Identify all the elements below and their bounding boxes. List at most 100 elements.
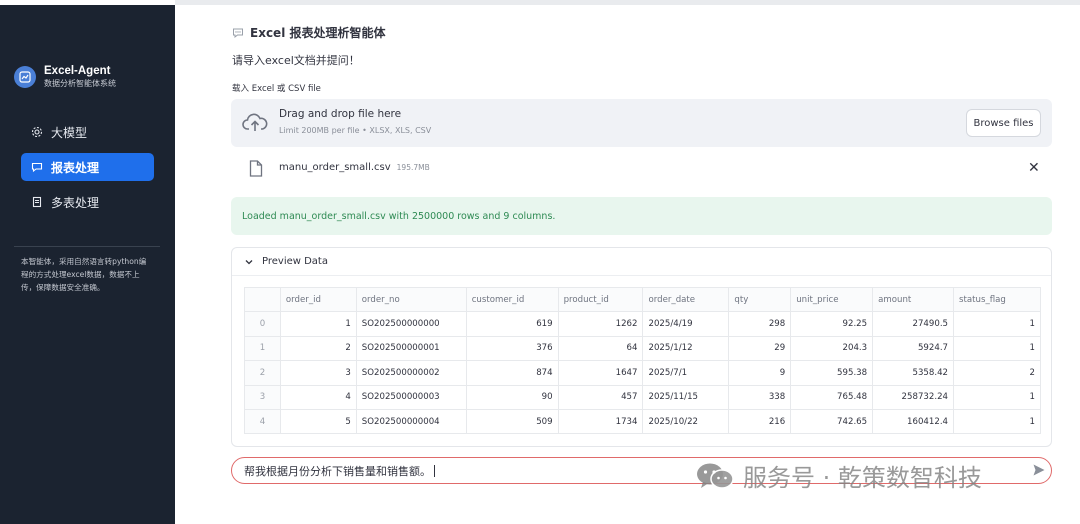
column-header[interactable]: qty: [728, 286, 792, 313]
preview-label: Preview Data: [262, 256, 328, 267]
table-cell: 27490.5: [872, 311, 955, 337]
table-cell: SO202500000001: [355, 335, 467, 362]
table-cell: 1734: [557, 408, 644, 435]
chat-input-value: 帮我根据月份分析下销售量和销售额。: [244, 465, 431, 478]
table-cell: 457: [557, 384, 644, 410]
instruction-text: 请导入excel文档并提问！: [232, 54, 360, 67]
cloud-upload-icon: [242, 113, 268, 131]
column-header[interactable]: amount: [872, 286, 955, 313]
table-cell: SO202500000002: [355, 360, 467, 386]
table-cell: SO202500000004: [355, 408, 467, 435]
preview-table: order_id order_no customer_id product_id…: [244, 286, 1041, 435]
table-row: 1 2 SO202500000001 376 64 2025/1/12 29 2…: [244, 335, 1041, 362]
table-row: 4 5 SO202500000004 509 1734 2025/10/22 2…: [244, 408, 1041, 435]
table-cell: 2: [279, 335, 357, 362]
table-cell: 2: [953, 360, 1041, 386]
table-cell: SO202500000000: [355, 311, 467, 337]
column-header[interactable]: status_flag: [953, 286, 1041, 313]
column-header[interactable]: order_no: [355, 286, 467, 313]
table-cell: 338: [728, 384, 792, 410]
table-header-row: order_id order_no customer_id product_id…: [244, 286, 1041, 313]
table-cell: 742.65: [790, 408, 874, 435]
gear-icon: [31, 126, 43, 138]
sidebar-nav: 大模型 报表处理 多表处理: [21, 118, 154, 223]
table-cell: 2025/11/15: [642, 384, 730, 410]
sidebar-item-label: 报表处理: [51, 160, 100, 175]
watermark-text: 服务号 · 乾策数智科技: [743, 464, 982, 492]
table-cell: 1262: [557, 311, 644, 337]
file-icon: [249, 160, 263, 177]
table-cell: 298: [728, 311, 792, 337]
page-title: Excel 报表处理析智能体: [232, 24, 385, 41]
table-cell: 376: [465, 335, 559, 362]
table-cell: 2025/7/1: [642, 360, 730, 386]
row-index: 3: [244, 384, 281, 410]
table-cell: 29: [728, 335, 792, 362]
table-cell: 765.48: [790, 384, 874, 410]
table-cell: 3: [279, 360, 357, 386]
table-cell: 1: [953, 384, 1041, 410]
column-header-index: [244, 286, 281, 313]
row-index: 4: [244, 408, 281, 435]
file-size: 195.7MB: [396, 163, 430, 172]
dropzone-text: Drag and drop file here: [279, 108, 402, 120]
table-cell: 1: [953, 311, 1041, 337]
table-cell: 5358.42: [872, 360, 955, 386]
page-title-text: Excel 报表处理析智能体: [250, 26, 386, 40]
chat-bubble-icon: [31, 162, 43, 173]
dropzone-limit-text: Limit 200MB per file • XLSX, XLS, CSV: [279, 126, 432, 135]
table-cell: 5924.7: [872, 335, 955, 362]
table-cell: 874: [465, 360, 559, 386]
column-header[interactable]: unit_price: [790, 286, 874, 313]
column-header[interactable]: product_id: [557, 286, 644, 313]
table-cell: 595.38: [790, 360, 874, 386]
file-dropzone[interactable]: Drag and drop file here Limit 200MB per …: [231, 99, 1052, 147]
table-cell: 2025/4/19: [642, 311, 730, 337]
table-row: 2 3 SO202500000002 874 1647 2025/7/1 9 5…: [244, 360, 1041, 386]
chevron-down-icon: [245, 259, 253, 264]
table-cell: 160412.4: [872, 408, 955, 435]
table-cell: 204.3: [790, 335, 874, 362]
table-cell: 1: [279, 311, 357, 337]
row-index: 2: [244, 360, 281, 386]
table-cell: 9: [728, 360, 792, 386]
table-cell: 509: [465, 408, 559, 435]
sidebar-item-label: 大模型: [51, 125, 88, 140]
table-cell: 90: [465, 384, 559, 410]
browse-files-button[interactable]: Browse files: [966, 109, 1041, 137]
table-cell: 2025/10/22: [642, 408, 730, 435]
sidebar-item-llm[interactable]: 大模型: [21, 118, 154, 146]
wechat-logo-icon: [697, 463, 734, 489]
file-name-text: manu_order_small.csv: [279, 162, 391, 173]
sidebar-item-label: 多表处理: [51, 195, 100, 210]
table-cell: 92.25: [790, 311, 874, 337]
sidebar-item-multi-table[interactable]: 多表处理: [21, 188, 154, 216]
table-cell: SO202500000003: [355, 384, 467, 410]
document-icon: [32, 196, 42, 208]
sidebar-item-report[interactable]: 报表处理: [21, 153, 154, 181]
sidebar-divider: [14, 246, 160, 247]
chat-input-text[interactable]: 帮我根据月份分析下销售量和销售额。: [244, 463, 435, 479]
sidebar-description: 本智能体，采用自然语言转python编程的方式处理excel数据，数据不上传，保…: [21, 257, 147, 292]
close-icon[interactable]: ✕: [1028, 160, 1040, 176]
watermark: 服务号 · 乾策数智科技: [695, 458, 982, 493]
column-header[interactable]: customer_id: [465, 286, 559, 313]
speech-bubble-icon: [233, 28, 243, 38]
row-index: 1: [244, 335, 281, 362]
table-cell: 5: [279, 408, 357, 435]
success-alert: Loaded manu_order_small.csv with 2500000…: [231, 197, 1052, 235]
preview-expander-header[interactable]: Preview Data: [232, 248, 1051, 276]
brand-logo-icon: [14, 66, 36, 88]
row-index: 0: [244, 311, 281, 337]
send-icon[interactable]: [1032, 463, 1046, 477]
table-cell: 2025/1/12: [642, 335, 730, 362]
brand-title: Excel-Agent: [44, 65, 111, 77]
column-header[interactable]: order_id: [279, 286, 357, 313]
table-cell: 619: [465, 311, 559, 337]
table-cell: 64: [557, 335, 644, 362]
column-header[interactable]: order_date: [642, 286, 730, 313]
table-cell: 258732.24: [872, 384, 955, 410]
table-cell: 1647: [557, 360, 644, 386]
table-cell: 1: [953, 335, 1041, 362]
sidebar: Excel-Agent 数据分析智能体系统 大模型 报表处理 多表处理 本智能体…: [0, 5, 175, 524]
